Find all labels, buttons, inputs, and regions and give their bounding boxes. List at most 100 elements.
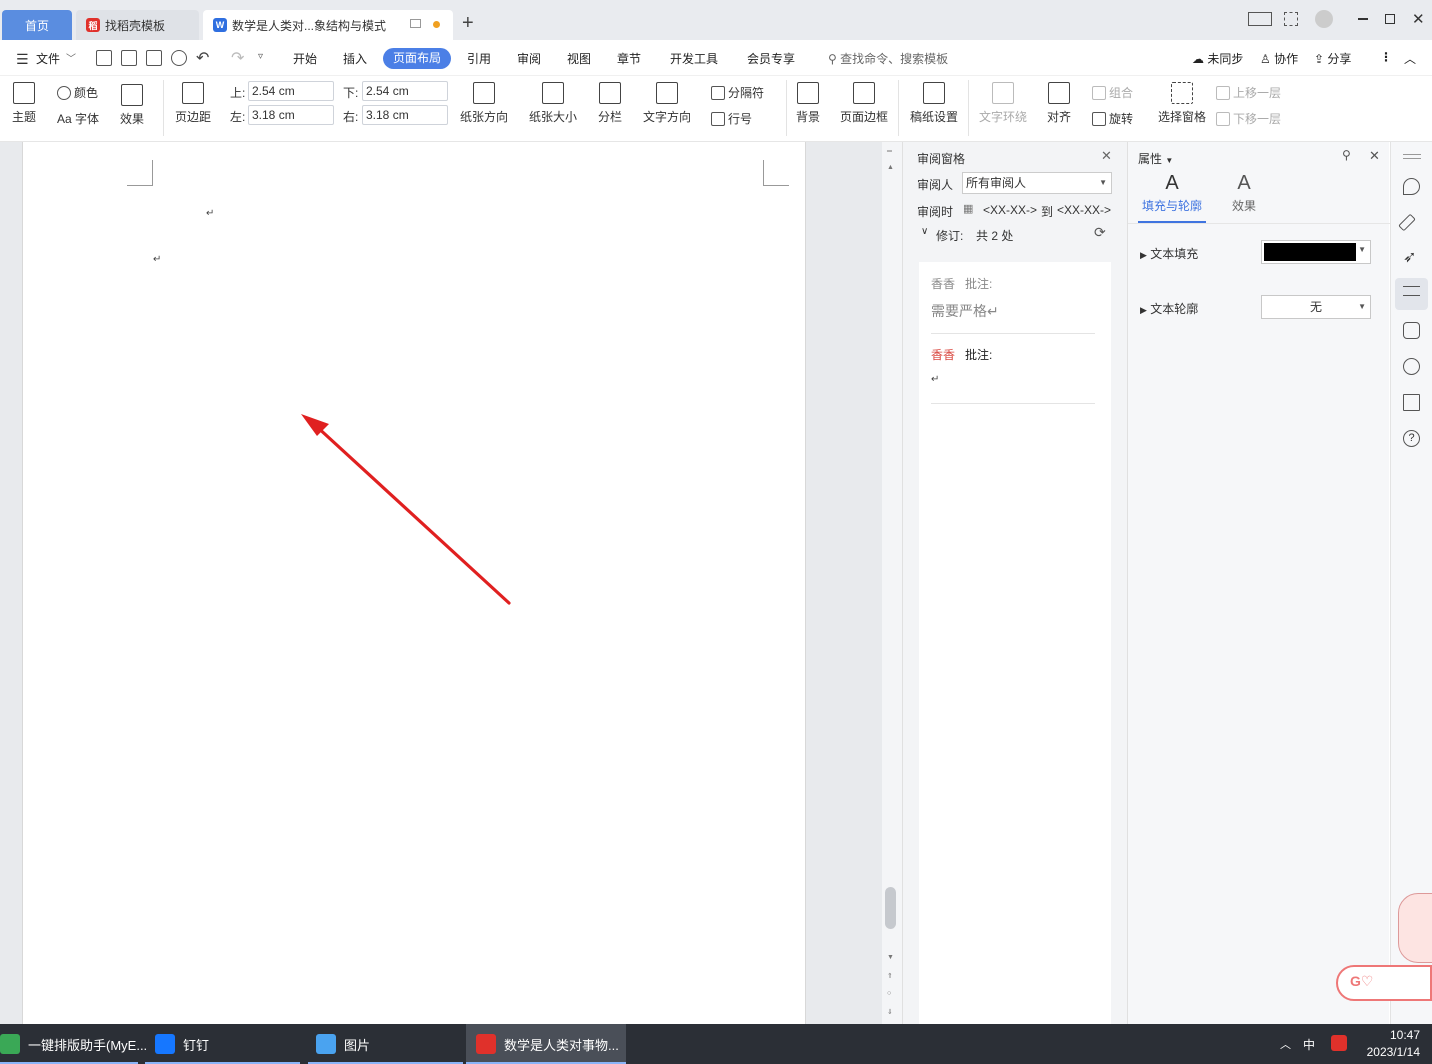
grid-icon[interactable] [1284,12,1298,26]
prev-page-icon[interactable]: ⇑ [887,972,893,980]
export-pdf-icon[interactable] [121,50,137,66]
location-icon[interactable] [1403,358,1420,375]
scroll-up-arrow-icon[interactable]: ▲ [887,164,894,171]
rotate-button[interactable]: 旋转 [1092,110,1133,127]
menu-view[interactable]: 视图 [567,50,591,67]
taskbar-item-photos[interactable]: 图片 [316,1024,370,1064]
tab-effect[interactable]: A 效果 [1224,172,1264,214]
taskbar-item-myeditor[interactable]: 一键排版助手(MyE... [0,1024,147,1064]
customize-icon[interactable]: ▿ [258,51,263,62]
margin-top-input[interactable]: 2.54 cm [248,81,334,101]
color-button[interactable]: 颜色 [57,84,98,101]
margin-bottom-input[interactable]: 2.54 cm [362,81,448,101]
text-fill-section[interactable]: ▶ 文本填充 [1140,245,1198,262]
sync-status[interactable]: ☁ 未同步 [1192,50,1243,67]
sogou-icon[interactable] [1331,1035,1347,1051]
menu-member[interactable]: 会员专享 [747,50,795,67]
tab-fill-outline[interactable]: A 填充与轮廓 [1138,172,1206,214]
menu-chapter[interactable]: 章节 [617,50,641,67]
hamburger-icon[interactable]: ☰ [16,51,29,68]
comment-text[interactable]: ↵ [931,374,939,385]
pin-icon[interactable]: ⚲ [1342,148,1351,162]
document-page[interactable]: ↵ ↵ [22,142,806,1024]
mascot-bubble[interactable]: G♡ [1336,965,1432,1001]
monitor-icon[interactable] [410,19,421,28]
more-icon[interactable]: ⋮ [1380,50,1392,64]
system-clock[interactable]: 10:47 2023/1/14 [1367,1027,1420,1061]
menu-references[interactable]: 引用 [467,50,491,67]
drag-handle-icon[interactable] [1403,154,1421,155]
properties-sliders-icon[interactable] [1403,286,1420,296]
book-icon[interactable] [1403,394,1420,411]
scroll-up-icon[interactable]: ═ [887,148,892,155]
pen-icon[interactable] [1398,213,1416,232]
manuscript-button[interactable]: 稿纸设置 [910,82,958,125]
tab-document[interactable]: W 数学是人类对...象结构与模式 [203,10,453,40]
margin-left-input[interactable]: 3.18 cm [248,105,334,125]
close-icon[interactable]: ✕ [1412,10,1425,28]
paper-size-button[interactable]: 纸张大小 [529,82,577,125]
menu-page-layout[interactable]: 页面布局 [383,48,451,69]
text-outline-select[interactable]: 无 ▼ [1261,295,1371,319]
new-tab-button[interactable]: + [462,12,474,35]
command-search[interactable]: ⚲ 查找命令、搜索模板 [828,50,948,67]
orientation-button[interactable]: 纸张方向 [460,82,508,125]
avatar[interactable] [1315,10,1333,28]
cursor-icon[interactable]: ➶ [1403,250,1420,267]
text-outline-section[interactable]: ▶ 文本轮廓 [1140,300,1198,317]
text-fill-color-picker[interactable]: ▼ [1261,240,1371,264]
menu-insert[interactable]: 插入 [343,50,367,67]
breaks-button[interactable]: 分隔符 [711,84,764,101]
style-icon[interactable] [1403,322,1420,339]
chevron-down-icon[interactable]: ﹀ [66,50,76,65]
collapse-ribbon-icon[interactable]: ︿ [1404,50,1416,67]
time-to[interactable]: <XX-XX-> [1057,203,1111,217]
scroll-down-arrow-icon[interactable]: ▼ [887,954,894,961]
layout-icon[interactable] [1248,12,1272,26]
taskbar-item-wps[interactable]: 数学是人类对事物... [476,1024,619,1064]
save-icon[interactable] [96,50,112,66]
undo-icon[interactable]: ↶ [196,48,209,68]
taskbar-item-dingtalk[interactable]: 钉钉 [155,1024,209,1064]
reviewer-select[interactable]: 所有审阅人 ▼ [962,172,1112,194]
send-backward-button[interactable]: 下移一层 [1216,110,1281,127]
help-icon[interactable]: ? [1403,430,1420,447]
menu-developer[interactable]: 开发工具 [670,50,718,67]
page-border-button[interactable]: 页面边框 [840,82,888,125]
columns-button[interactable]: 分栏 [598,82,622,125]
time-from[interactable]: <XX-XX-> [983,203,1037,217]
tab-home[interactable]: 首页 [2,10,72,40]
text-wrap-button[interactable]: 文字环绕 [979,82,1027,125]
collaborate-button[interactable]: ♙ 协作 [1260,50,1298,67]
print-icon[interactable] [146,50,162,66]
text-direction-button[interactable]: 文字方向 [643,82,691,125]
properties-title[interactable]: 属性 ▼ [1138,150,1173,167]
tray-chevron-icon[interactable]: ︿ [1280,1036,1291,1052]
refresh-icon[interactable]: ⟳ [1094,224,1106,241]
mascot-image[interactable] [1398,893,1432,963]
maximize-icon[interactable] [1385,14,1395,24]
select-browse-icon[interactable]: ○ [887,990,891,997]
calendar-icon[interactable]: ▦ [963,202,973,215]
margin-right-input[interactable]: 3.18 cm [362,105,448,125]
vertical-scrollbar[interactable]: ═ ▲ ▼ ⇑ ○ ⇓ [882,142,902,1024]
close-icon[interactable]: ✕ [1369,148,1380,164]
margins-button[interactable]: 页边距 [175,82,211,125]
redo-icon[interactable]: ↷ [231,48,244,68]
scroll-thumb[interactable] [885,887,896,929]
next-page-icon[interactable]: ⇓ [887,1008,893,1016]
font-button[interactable]: Aa 字体 [57,110,99,127]
effect-button[interactable]: 效果 [120,84,144,127]
menu-start[interactable]: 开始 [293,50,317,67]
group-button[interactable]: 组合 [1092,84,1133,101]
line-numbers-button[interactable]: 行号 [711,110,752,127]
bring-forward-button[interactable]: 上移一层 [1216,84,1281,101]
menu-file[interactable]: 文件 [36,50,60,67]
minimize-icon[interactable] [1358,18,1368,20]
theme-button[interactable]: 主题 [12,82,36,125]
align-button[interactable]: 对齐 [1047,82,1071,125]
ime-indicator[interactable]: 中 [1303,1036,1315,1053]
rocket-icon[interactable] [1403,178,1420,195]
share-button[interactable]: ⇪ 分享 [1314,50,1351,67]
print-preview-icon[interactable] [171,50,187,66]
